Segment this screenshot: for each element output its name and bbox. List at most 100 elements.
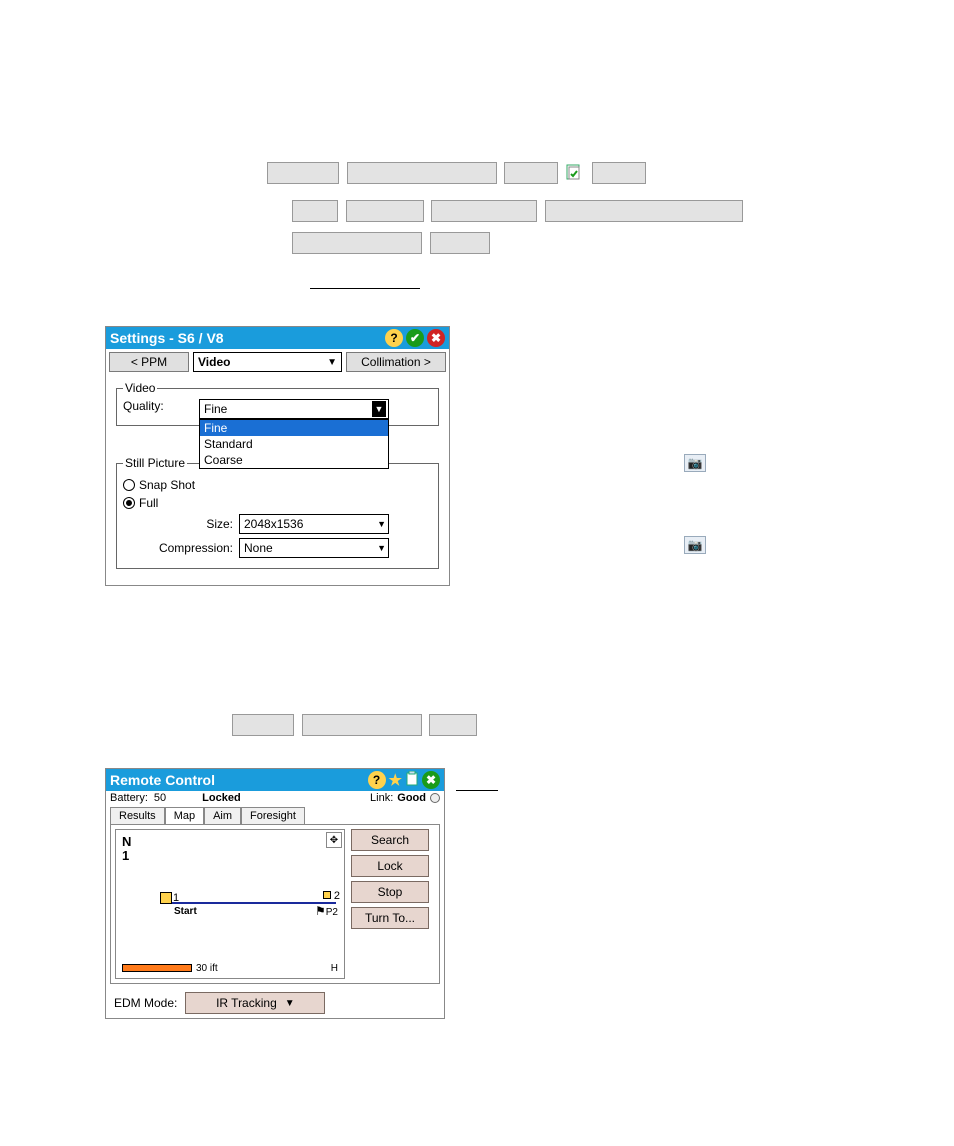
toolbar-row-1 [265, 160, 648, 186]
toolbar-btn-b[interactable] [347, 162, 497, 184]
edm-label: EDM Mode: [114, 996, 177, 1010]
p2-num: 2 [334, 890, 340, 902]
compression-label: Compression: [123, 541, 233, 555]
scale-bar [122, 964, 192, 972]
settings-title: Settings - S6 / V8 [110, 330, 224, 346]
map-point-1[interactable]: 1 [160, 892, 179, 904]
tab-results[interactable]: Results [110, 807, 165, 824]
tab-aim[interactable]: Aim [204, 807, 241, 824]
marker-icon [160, 892, 172, 904]
radio-snapshot-row[interactable]: Snap Shot [123, 478, 432, 492]
radio-snapshot[interactable] [123, 479, 135, 491]
star-icon[interactable]: ★ [389, 771, 402, 789]
rc-title: Remote Control [110, 772, 215, 788]
chevron-down-icon: ▼ [377, 519, 386, 529]
settings-titlebar: Settings - S6 / V8 ? ✔ ✖ [106, 327, 449, 349]
rc-status-bar: Battery:50 Locked Link: Good [106, 791, 444, 805]
quality-option-coarse[interactable]: Coarse [200, 452, 388, 468]
radio-full-row[interactable]: Full [123, 496, 432, 510]
close-icon[interactable]: ✖ [427, 329, 445, 347]
p1-label: Start [174, 906, 197, 917]
settings-nav-row: < PPM Video ▼ Collimation > [106, 349, 449, 375]
radio-full[interactable] [123, 497, 135, 509]
p2-label: P2 [326, 907, 338, 918]
map-point-2[interactable]: 2 [323, 890, 340, 902]
radio-snapshot-label: Snap Shot [139, 478, 195, 492]
size-select[interactable]: 2048x1536 ▼ [239, 514, 389, 534]
marker-icon [323, 891, 331, 899]
tab-map[interactable]: Map [165, 807, 204, 824]
edm-value: IR Tracking [216, 996, 277, 1010]
quality-label: Quality: [123, 399, 193, 413]
nav-select-value: Video [198, 355, 230, 369]
quality-dropdown: Fine Standard Coarse [199, 419, 389, 469]
ok-icon[interactable]: ✔ [406, 329, 424, 347]
rc-top-btn-a[interactable] [232, 714, 294, 736]
toolbar-btn-e[interactable] [292, 200, 338, 222]
help-icon[interactable]: ? [368, 771, 386, 789]
edm-mode-select[interactable]: IR Tracking ▼ [185, 992, 325, 1014]
nav-prev-button[interactable]: < PPM [109, 352, 189, 372]
chevron-down-icon: ▼ [377, 543, 386, 553]
clipboard-icon[interactable] [405, 771, 419, 790]
help-icon[interactable]: ? [385, 329, 403, 347]
camera-icon: 📷 [688, 538, 703, 552]
quality-option-standard[interactable]: Standard [200, 436, 388, 452]
toolbar-btn-i[interactable] [292, 232, 422, 254]
video-legend: Video [123, 381, 157, 395]
map-view[interactable]: N 1 ✥ 1 Start 2 ⚑P2 30 ift H [115, 829, 345, 979]
battery-label: Battery: [110, 792, 148, 804]
toolbar-row-3 [290, 230, 492, 256]
nav-select[interactable]: Video ▼ [193, 352, 342, 372]
north-label: N [122, 834, 131, 849]
tripod-icon: ⚑P2 [315, 904, 338, 918]
toolbar-btn-d[interactable] [592, 162, 646, 184]
battery-value: 50 [154, 792, 166, 804]
close-icon[interactable]: ✖ [422, 771, 440, 789]
rc-button-column: Search Lock Stop Turn To... [351, 829, 429, 979]
camera-icon-2[interactable]: 📷 [684, 536, 706, 554]
underline-2 [456, 790, 498, 791]
toolbar-btn-a[interactable] [267, 162, 339, 184]
rc-tabs: Results Map Aim Foresight [110, 807, 440, 824]
scale-text: 30 ift [196, 963, 218, 974]
toolbar-btn-f[interactable] [346, 200, 424, 222]
settings-panel: Settings - S6 / V8 ? ✔ ✖ < PPM Video ▼ C… [105, 326, 450, 586]
link-value: Good [397, 792, 426, 804]
nav-next-button[interactable]: Collimation > [346, 352, 446, 372]
rc-titlebar: Remote Control ? ★ ✖ [106, 769, 444, 791]
underline-1 [310, 280, 420, 295]
link-indicator-icon [430, 793, 440, 803]
edm-row: EDM Mode: IR Tracking ▼ [106, 988, 444, 1018]
camera-icon-1[interactable]: 📷 [684, 454, 706, 472]
map-line [166, 902, 336, 904]
toolbar-btn-j[interactable] [430, 232, 490, 254]
toolbar-btn-h[interactable] [545, 200, 743, 222]
compression-value: None [244, 541, 273, 555]
lock-button[interactable]: Lock [351, 855, 429, 877]
compression-select[interactable]: None ▼ [239, 538, 389, 558]
radio-full-label: Full [139, 496, 158, 510]
quality-select[interactable]: Fine ▼ [199, 399, 389, 419]
turn-to-button[interactable]: Turn To... [351, 907, 429, 929]
rc-top-btn-row [230, 712, 479, 738]
pan-icon[interactable]: ✥ [326, 832, 342, 848]
still-legend: Still Picture [123, 456, 187, 470]
toolbar-row-2 [290, 198, 745, 224]
link-label: Link: [370, 792, 393, 804]
size-label: Size: [123, 517, 233, 531]
quality-option-fine[interactable]: Fine [200, 420, 388, 436]
search-button[interactable]: Search [351, 829, 429, 851]
rc-top-btn-b[interactable] [302, 714, 422, 736]
quality-value: Fine [204, 402, 227, 416]
h-label: H [331, 963, 338, 974]
toolbar-btn-g[interactable] [431, 200, 537, 222]
toolbar-btn-c[interactable] [504, 162, 558, 184]
chevron-down-icon: ▼ [327, 357, 337, 368]
stop-button[interactable]: Stop [351, 881, 429, 903]
still-picture-fieldset: Still Picture Snap Shot Full Size: 2048x… [116, 456, 439, 569]
one-label: 1 [122, 848, 129, 863]
tab-foresight[interactable]: Foresight [241, 807, 305, 824]
rc-top-btn-c[interactable] [429, 714, 477, 736]
rc-tab-body: N 1 ✥ 1 Start 2 ⚑P2 30 ift H Searc [110, 824, 440, 984]
